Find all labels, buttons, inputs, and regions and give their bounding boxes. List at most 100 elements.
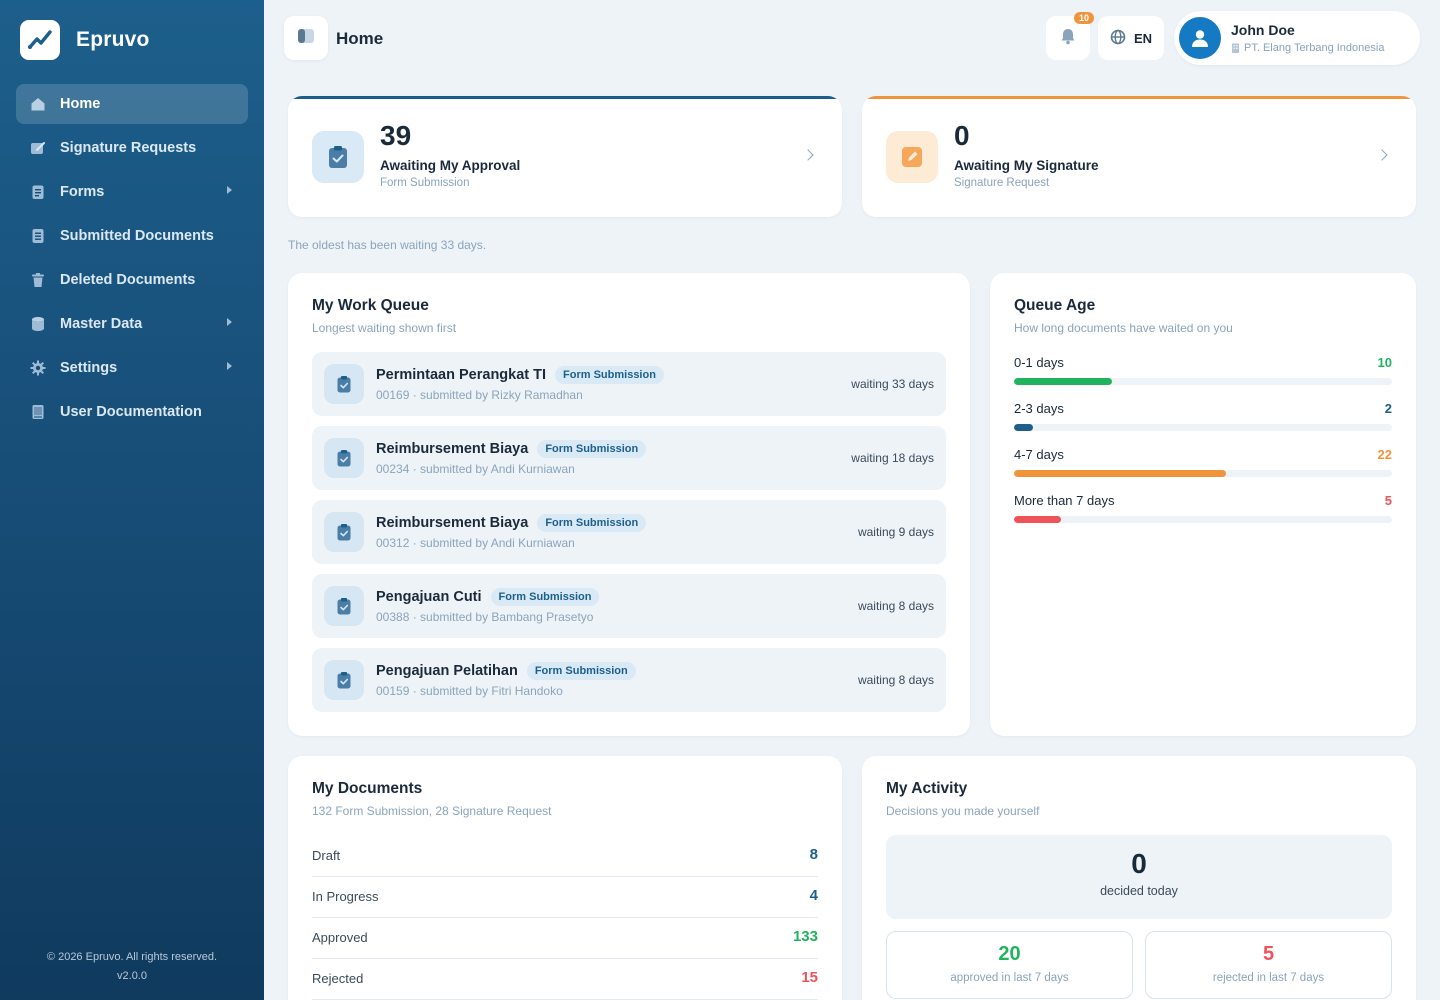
- age-count: 5: [1384, 493, 1392, 508]
- language-switcher[interactable]: EN: [1098, 16, 1164, 60]
- sidebar-item-submitted-documents[interactable]: Submitted Documents: [16, 216, 248, 256]
- queue-item[interactable]: Reimbursement Biaya Form Submission 00312 …: [312, 500, 946, 564]
- brand[interactable]: Epruvo: [20, 20, 150, 60]
- age-range-label: 2-3 days: [1014, 401, 1064, 416]
- sidebar-item-label: Signature Requests: [60, 140, 197, 156]
- user-menu[interactable]: John Doe PT. Elang Terbang Indonesia: [1174, 11, 1420, 65]
- queue-age-list: 0-1 days 10 2-3 days 2 4-7 days 22 More than 7…: [1014, 353, 1392, 537]
- age-count: 10: [1377, 355, 1392, 370]
- age-progress-track: [1014, 378, 1392, 385]
- rejected-count: 5: [1262, 943, 1275, 965]
- sidebar-item-master-data[interactable]: Master Data: [16, 304, 248, 344]
- sidebar-item-forms[interactable]: Forms: [16, 172, 248, 212]
- panel-subtitle: Longest waiting shown first: [312, 321, 457, 335]
- chevron-right-icon: [802, 149, 814, 161]
- gear-icon: [30, 360, 46, 376]
- queue-item-meta: 00234 · submitted by Andi Kurniawan: [376, 462, 575, 476]
- notifications-button[interactable]: 10: [1046, 12, 1094, 60]
- queue-item-title: Pengajuan Cuti: [376, 589, 482, 605]
- sidebar-item-user-documentation[interactable]: User Documentation: [16, 392, 248, 432]
- queue-item-title: Permintaan Perangkat TI: [376, 367, 547, 383]
- age-progress-track: [1014, 470, 1392, 477]
- sidebar-item-settings[interactable]: Settings: [16, 348, 248, 388]
- document-type-badge: Form Submission: [555, 366, 664, 384]
- queue-item-meta: 00169 · submitted by Rizky Ramadhan: [376, 388, 583, 402]
- awaiting-approval-count: 39: [380, 120, 412, 151]
- language-label: EN: [1133, 30, 1153, 46]
- sidebar-toggle-button[interactable]: [284, 16, 328, 60]
- rejected-label: rejected in last 7 days: [1212, 972, 1325, 984]
- sidebar-item-home[interactable]: Home: [16, 84, 248, 124]
- age-count: 22: [1377, 447, 1392, 462]
- age-progress-track: [1014, 516, 1392, 523]
- user-name: John Doe: [1231, 22, 1295, 38]
- oldest-waiting-note: The oldest has been waiting 33 days.: [288, 238, 487, 252]
- clipboard-check-icon: [312, 131, 364, 183]
- age-progress-fill: [1014, 378, 1113, 385]
- queue-item-title: Reimbursement Biaya: [376, 441, 529, 457]
- document-icon: [30, 228, 46, 244]
- status-count: 4: [809, 887, 818, 904]
- queue-item[interactable]: Pengajuan Pelatihan Form Submission 00159 …: [312, 648, 946, 712]
- sidebar-item-deleted-documents[interactable]: Deleted Documents: [16, 260, 248, 300]
- queue-item[interactable]: Pengajuan Cuti Form Submission 00388 · sub…: [312, 574, 946, 638]
- copyright-text: © 2026 Epruvo. All rights reserved.: [46, 951, 218, 963]
- awaiting-signature-type: Signature Request: [954, 177, 1050, 189]
- bell-icon: [1059, 27, 1077, 50]
- decided-today-label: decided today: [1100, 884, 1178, 898]
- queue-age-row: 0-1 days 10: [1014, 353, 1392, 399]
- sidebar-item-signature-requests[interactable]: Signature Requests: [16, 128, 248, 168]
- awaiting-approval-label: Awaiting My Approval: [380, 158, 521, 173]
- awaiting-signature-card[interactable]: 0 Awaiting My Signature Signature Reques…: [862, 96, 1416, 217]
- sidebar-item-label: User Documentation: [60, 404, 202, 420]
- panel-subtitle: How long documents have waited on you: [1014, 321, 1233, 335]
- approved-count: 20: [998, 943, 1021, 965]
- panel-title: My Documents: [312, 780, 423, 797]
- status-label: In Progress: [312, 889, 379, 904]
- chevron-right-icon: [227, 318, 232, 326]
- age-progress-track: [1014, 424, 1392, 431]
- globe-icon: [1110, 29, 1134, 48]
- sidebar-item-label: Master Data: [60, 316, 143, 332]
- approved-label: approved in last 7 days: [950, 972, 1069, 984]
- status-count: 8: [809, 846, 818, 863]
- notification-count-badge: 10: [1073, 12, 1094, 24]
- awaiting-signature-count: 0: [954, 120, 970, 151]
- building-icon: [1231, 43, 1240, 53]
- document-status-row[interactable]: Approved 133: [312, 918, 818, 959]
- document-status-row[interactable]: In Progress 4: [312, 877, 818, 918]
- sidebar-toggle-icon: [297, 28, 315, 49]
- queue-item-title: Reimbursement Biaya: [376, 515, 529, 531]
- status-label: Draft: [312, 848, 341, 863]
- sidebar-item-label: Submitted Documents: [60, 228, 214, 244]
- age-progress-fill: [1014, 424, 1033, 431]
- queue-age-row: 2-3 days 2: [1014, 399, 1392, 445]
- rejected-last-7-days-box: 5 rejected in last 7 days: [1145, 931, 1392, 999]
- book-icon: [30, 404, 46, 420]
- approved-last-7-days-box: 20 approved in last 7 days: [886, 931, 1133, 999]
- chevron-right-icon: [227, 186, 232, 194]
- queue-item[interactable]: Permintaan Perangkat TI Form Submission 00…: [312, 352, 946, 416]
- decided-today-box: 0 decided today: [886, 835, 1392, 919]
- awaiting-signature-label: Awaiting My Signature: [954, 158, 1099, 173]
- chevron-right-icon: [227, 362, 232, 370]
- form-icon: [30, 184, 46, 200]
- document-type-badge: Form Submission: [526, 662, 636, 680]
- chevron-right-icon: [1376, 149, 1388, 161]
- clipboard-check-icon: [324, 512, 364, 552]
- sidebar-item-label: Deleted Documents: [60, 272, 196, 288]
- status-label: Approved: [312, 930, 368, 945]
- sidebar-nav: Home Signature Requests Forms Submitted …: [16, 84, 248, 436]
- status-count: 133: [792, 928, 818, 945]
- document-status-row[interactable]: Draft 8: [312, 836, 818, 877]
- sidebar-item-label: Forms: [60, 184, 105, 200]
- panel-title: My Work Queue: [312, 297, 429, 314]
- queue-item[interactable]: Reimbursement Biaya Form Submission 00234 …: [312, 426, 946, 490]
- version-text: v2.0.0: [117, 970, 147, 982]
- waiting-time: waiting 33 days: [851, 377, 934, 391]
- card-accent-bar: [862, 96, 1416, 99]
- sidebar-item-label: Settings: [60, 360, 118, 376]
- awaiting-approval-card[interactable]: 39 Awaiting My Approval Form Submission: [288, 96, 842, 217]
- document-status-row[interactable]: Rejected 15: [312, 959, 818, 1000]
- work-queue-panel: My Work Queue Longest waiting shown firs…: [288, 273, 970, 736]
